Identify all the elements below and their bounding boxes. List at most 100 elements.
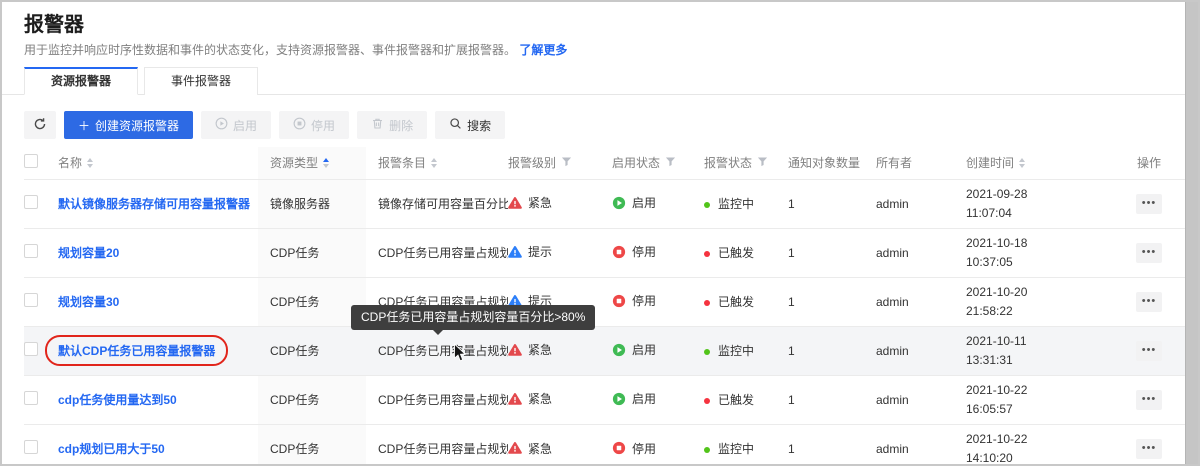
alarm-level-badge: 紧急 bbox=[508, 341, 552, 358]
alarm-table: 名称 资源类型 报警条目 报警级别 bbox=[2, 147, 1198, 466]
enable-button[interactable]: 启用 bbox=[201, 111, 271, 139]
select-all-checkbox[interactable] bbox=[24, 154, 38, 168]
resource-type: CDP任务 bbox=[270, 344, 319, 358]
refresh-icon bbox=[33, 117, 47, 134]
row-actions-button[interactable]: ••• bbox=[1136, 194, 1162, 214]
notify-count: 1 bbox=[788, 344, 795, 358]
owner: admin bbox=[876, 197, 909, 211]
column-header-alarm-entry[interactable]: 报警条目 bbox=[366, 147, 508, 179]
sort-icon bbox=[87, 158, 93, 168]
enable-status-badge: 启用 bbox=[612, 194, 656, 211]
alarm-status: 监控中 bbox=[718, 197, 754, 211]
stop-circle-icon bbox=[293, 117, 306, 133]
sort-asc-icon bbox=[323, 158, 329, 168]
created-time: 21:58:22 bbox=[966, 302, 1110, 321]
alarm-status: 已触发 bbox=[718, 295, 754, 309]
status-dot-icon bbox=[704, 202, 710, 208]
status-dot-icon bbox=[704, 349, 710, 355]
column-header-alarm-status[interactable]: 报警状态 bbox=[704, 147, 788, 179]
alarm-entry: CDP任务已用容量占规划... bbox=[378, 246, 508, 260]
alarm-status: 监控中 bbox=[718, 442, 754, 456]
notify-count: 1 bbox=[788, 197, 795, 211]
alarm-status: 监控中 bbox=[718, 344, 754, 358]
notify-count: 1 bbox=[788, 393, 795, 407]
column-header-owner: 所有者 bbox=[876, 147, 966, 179]
warning-triangle-icon bbox=[508, 245, 522, 259]
stop-circle-icon bbox=[612, 294, 626, 308]
resource-type: CDP任务 bbox=[270, 442, 319, 456]
notify-count: 1 bbox=[788, 442, 795, 456]
stop-circle-icon bbox=[612, 441, 626, 455]
table-row: 规划容量30 CDP任务 CDP任务已用容量占规划... 提示 停用 已触 bbox=[24, 277, 1188, 326]
resource-type: CDP任务 bbox=[270, 246, 319, 260]
notify-count: 1 bbox=[788, 246, 795, 260]
alarm-level-badge: 提示 bbox=[508, 243, 552, 260]
delete-button[interactable]: 删除 bbox=[357, 111, 427, 139]
warning-triangle-icon bbox=[508, 392, 522, 406]
alarm-entry: CDP任务已用容量占规划... bbox=[378, 344, 508, 358]
trash-icon bbox=[371, 117, 384, 133]
row-checkbox[interactable] bbox=[24, 244, 38, 258]
alarm-name-link[interactable]: 默认CDP任务已用容量报警器 bbox=[58, 344, 215, 358]
tab-bar: 资源报警器 事件报警器 bbox=[2, 66, 1198, 95]
row-checkbox[interactable] bbox=[24, 195, 38, 209]
filter-icon bbox=[665, 156, 676, 170]
table-row: cdp任务使用量达到50 CDP任务 CDP任务已用容量占规划... 紧急 启用 bbox=[24, 375, 1188, 424]
enable-status-badge: 停用 bbox=[612, 243, 656, 260]
alarm-name-link[interactable]: 规划容量30 bbox=[58, 295, 119, 309]
alarm-page: 报警器 用于监控并响应时序性数据和事件的状态变化，支持资源报警器、事件报警器和扩… bbox=[0, 0, 1200, 466]
sort-icon bbox=[1019, 158, 1025, 168]
row-checkbox[interactable] bbox=[24, 342, 38, 356]
page-subtitle-text: 用于监控并响应时序性数据和事件的状态变化，支持资源报警器、事件报警器和扩展报警器… bbox=[24, 43, 516, 57]
alarm-status: 已触发 bbox=[718, 246, 754, 260]
alarm-name-link[interactable]: cdp规划已用大于50 bbox=[58, 442, 165, 456]
alarm-name-link[interactable]: 规划容量20 bbox=[58, 246, 119, 260]
column-header-resource-type[interactable]: 资源类型 bbox=[258, 147, 366, 179]
column-header-created-time[interactable]: 创建时间 bbox=[966, 147, 1110, 179]
created-time: 14:10:20 bbox=[966, 449, 1110, 466]
created-time: 10:37:05 bbox=[966, 253, 1110, 272]
column-header-enable-status[interactable]: 启用状态 bbox=[612, 147, 704, 179]
created-date: 2021-10-22 bbox=[966, 381, 1110, 400]
disable-button[interactable]: 停用 bbox=[279, 111, 349, 139]
search-button[interactable]: 搜索 bbox=[435, 111, 505, 139]
column-header-notify-count: 通知对象数量 bbox=[788, 147, 876, 179]
enable-status-badge: 启用 bbox=[612, 341, 656, 358]
scrollbar-track[interactable] bbox=[1185, 2, 1198, 466]
refresh-button[interactable] bbox=[24, 111, 56, 139]
tooltip-arrow-icon bbox=[433, 330, 443, 335]
tab-event-alarms[interactable]: 事件报警器 bbox=[144, 67, 258, 95]
row-checkbox[interactable] bbox=[24, 440, 38, 454]
row-checkbox[interactable] bbox=[24, 391, 38, 405]
play-circle-icon bbox=[612, 196, 626, 210]
enable-status-badge: 停用 bbox=[612, 292, 656, 309]
alarm-entry: CDP任务已用容量占规划... bbox=[378, 442, 508, 456]
column-header-name[interactable]: 名称 bbox=[58, 147, 258, 179]
row-actions-button[interactable]: ••• bbox=[1136, 292, 1162, 312]
toolbar: ＋ 创建资源报警器 启用 停用 删除 搜索 bbox=[2, 95, 1198, 147]
tab-resource-alarms[interactable]: 资源报警器 bbox=[24, 67, 138, 95]
owner: admin bbox=[876, 344, 909, 358]
owner: admin bbox=[876, 295, 909, 309]
alarm-entry: 镜像存储可用容量百分比<... bbox=[378, 197, 508, 211]
tooltip-text: CDP任务已用容量占规划容量百分比>80% bbox=[361, 310, 585, 324]
row-checkbox[interactable] bbox=[24, 293, 38, 307]
sort-icon bbox=[431, 158, 437, 168]
row-actions-button[interactable]: ••• bbox=[1136, 341, 1162, 361]
row-actions-button[interactable]: ••• bbox=[1136, 243, 1162, 263]
alarm-name-link[interactable]: cdp任务使用量达到50 bbox=[58, 393, 177, 407]
learn-more-link[interactable]: 了解更多 bbox=[519, 43, 567, 57]
play-circle-icon bbox=[215, 117, 228, 133]
play-circle-icon bbox=[612, 343, 626, 357]
status-dot-icon bbox=[704, 447, 710, 453]
alarm-name-link[interactable]: 默认镜像服务器存储可用容量报警器 bbox=[58, 197, 250, 211]
alarm-level-badge: 紧急 bbox=[508, 440, 552, 457]
alarm-level-badge: 紧急 bbox=[508, 390, 552, 407]
row-actions-button[interactable]: ••• bbox=[1136, 439, 1162, 459]
column-header-alarm-level[interactable]: 报警级别 bbox=[508, 147, 612, 179]
owner: admin bbox=[876, 246, 909, 260]
resource-type: CDP任务 bbox=[270, 295, 319, 309]
create-alarm-button[interactable]: ＋ 创建资源报警器 bbox=[64, 111, 193, 139]
row-actions-button[interactable]: ••• bbox=[1136, 390, 1162, 410]
filter-icon bbox=[757, 156, 768, 170]
